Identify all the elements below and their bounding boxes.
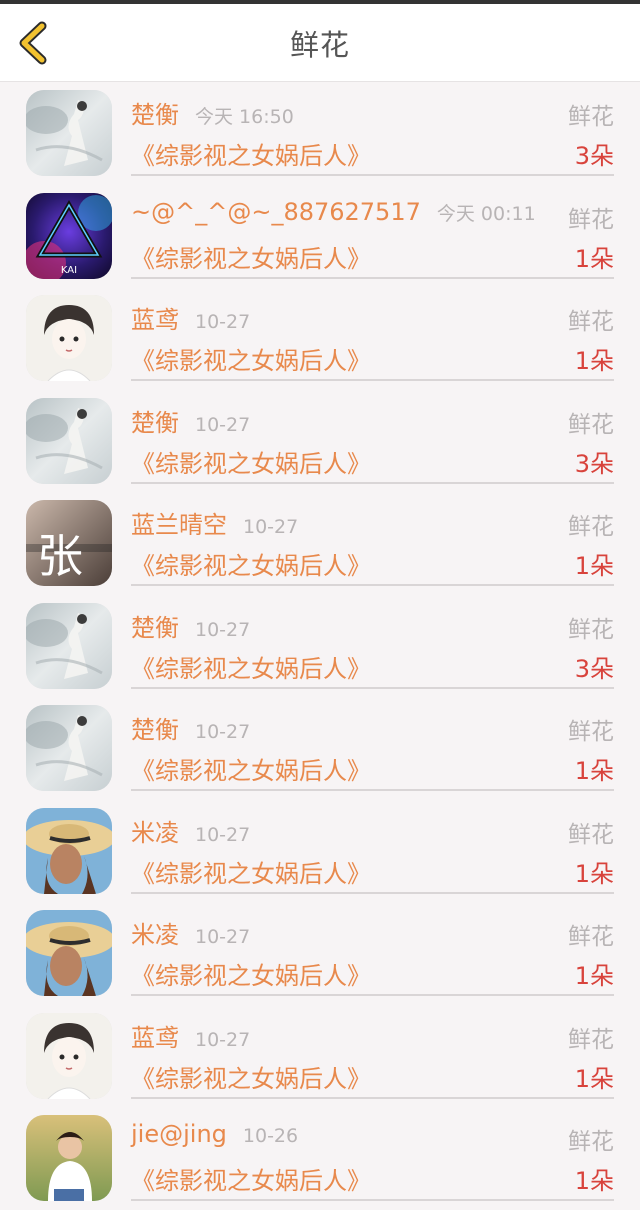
gift-type-label: 鲜花 bbox=[568, 104, 614, 130]
book-title: 《综影视之女娲后人》 bbox=[131, 757, 371, 785]
gift-type-label: 鲜花 bbox=[568, 924, 614, 950]
list-item[interactable]: 米凌 10-27 鲜花《综影视之女娲后人》 1朵 bbox=[0, 800, 640, 903]
timestamp: 10-27 bbox=[195, 311, 251, 333]
gift-type-label: 鲜花 bbox=[568, 514, 614, 540]
timestamp: 10-27 bbox=[195, 618, 251, 641]
avatar[interactable] bbox=[26, 90, 112, 176]
sender-name: 米凌 10-27 bbox=[131, 818, 251, 847]
avatar[interactable] bbox=[26, 397, 112, 484]
sender-name: 楚衡 10-27 bbox=[131, 716, 251, 744]
gift-count: 3朵 bbox=[574, 142, 614, 170]
avatar[interactable] bbox=[26, 807, 112, 894]
avatar[interactable]: KAI bbox=[26, 192, 112, 279]
list-item[interactable]: 张 蓝兰晴空 10-27 鲜花《综影视之女娲后人》 1朵 bbox=[0, 492, 640, 595]
book-title: 《综影视之女娲后人》 bbox=[131, 347, 371, 375]
gift-count: 1朵 bbox=[574, 1167, 614, 1195]
list-item[interactable]: 楚衡 今天 16:50 鲜花《综影视之女娲后人》 3朵 bbox=[0, 82, 640, 185]
book-title: 《综影视之女娲后人》 bbox=[131, 1064, 371, 1093]
svg-text:张: 张 bbox=[37, 529, 83, 583]
book-title: 《综影视之女娲后人》 bbox=[131, 654, 371, 683]
gift-count: 1朵 bbox=[574, 244, 614, 273]
timestamp: 10-27 bbox=[195, 926, 251, 948]
svg-text:KAI: KAI bbox=[61, 265, 77, 276]
gift-count: 1朵 bbox=[574, 347, 614, 375]
timestamp: 10-27 bbox=[195, 721, 251, 743]
book-title: 《综影视之女娲后人》 bbox=[131, 449, 371, 478]
gift-count: 3朵 bbox=[574, 449, 614, 478]
divider bbox=[131, 1199, 614, 1201]
gift-count: 3朵 bbox=[574, 654, 614, 683]
timestamp: 10-27 bbox=[243, 516, 299, 538]
timestamp: 今天 16:50 bbox=[195, 106, 294, 128]
divider bbox=[131, 1096, 614, 1099]
divider bbox=[131, 789, 614, 791]
list-item[interactable]: 楚衡 10-27 鲜花《综影视之女娲后人》 3朵 bbox=[0, 390, 640, 493]
gift-count: 1朵 bbox=[574, 552, 614, 580]
list-item[interactable]: KAI ~@^_^@~_887627517 今天 00:11 鲜花《综影视之女娲后人》… bbox=[0, 185, 640, 288]
timestamp: 今天 00:11 bbox=[436, 202, 536, 225]
gift-count: 1朵 bbox=[574, 757, 614, 785]
avatar[interactable]: 张 bbox=[26, 500, 112, 586]
list-item[interactable]: jie@jing 10-26 鲜花《综影视之女娲后人》 1朵 bbox=[0, 1107, 640, 1210]
top-bar: 鲜花 bbox=[0, 4, 640, 82]
gift-type-label: 鲜花 bbox=[568, 1129, 614, 1155]
gift-type-label: 鲜花 bbox=[568, 309, 614, 335]
avatar[interactable] bbox=[26, 910, 112, 996]
page-title: 鲜花 bbox=[289, 27, 350, 62]
list-item[interactable]: 楚衡 10-27 鲜花《综影视之女娲后人》 3朵 bbox=[0, 595, 640, 698]
list-item[interactable]: 楚衡 10-27 鲜花《综影视之女娲后人》 1朵 bbox=[0, 697, 640, 800]
sender-name: 蓝鸢 10-27 bbox=[131, 306, 251, 334]
book-title: 《综影视之女娲后人》 bbox=[131, 1167, 371, 1195]
sender-name: 楚衡 10-27 bbox=[131, 408, 251, 437]
divider bbox=[131, 379, 614, 381]
divider bbox=[131, 686, 614, 689]
gift-count: 1朵 bbox=[574, 1064, 614, 1093]
avatar[interactable] bbox=[26, 705, 112, 791]
gift-type-label: 鲜花 bbox=[568, 821, 614, 848]
timestamp: 10-27 bbox=[195, 823, 251, 846]
gift-type-label: 鲜花 bbox=[568, 616, 614, 643]
sender-name: jie@jing 10-26 bbox=[131, 1120, 299, 1148]
avatar[interactable] bbox=[26, 1012, 112, 1099]
gift-type-label: 鲜花 bbox=[568, 719, 614, 745]
avatar[interactable] bbox=[26, 602, 112, 689]
sender-name: 楚衡 今天 16:50 bbox=[131, 101, 294, 129]
flower-record-list: 楚衡 今天 16:50 鲜花 《综影视之女娲后人》 3朵 KAI ~@^_^@~_88762… bbox=[0, 82, 640, 1210]
sender-name: 楚衡 10-27 bbox=[131, 613, 251, 642]
timestamp: 10-26 bbox=[242, 1125, 299, 1147]
list-item[interactable]: 蓝鸢 10-27 鲜花《综影视之女娲后人》 1朵 bbox=[0, 287, 640, 390]
list-item[interactable]: 蓝鸢 10-27 鲜花《综影视之女娲后人》 1朵 bbox=[0, 1005, 640, 1108]
sender-name: 蓝鸢 10-27 bbox=[131, 1023, 251, 1052]
sender-name: ~@^_^@~_887627517 今天 00:11 bbox=[131, 197, 536, 226]
book-title: 《综影视之女娲后人》 bbox=[131, 142, 371, 170]
timestamp: 10-27 bbox=[195, 413, 251, 436]
gift-type-label: 鲜花 bbox=[568, 1026, 614, 1053]
divider bbox=[131, 584, 614, 586]
gift-count: 1朵 bbox=[574, 962, 614, 990]
chevron-left-icon bbox=[19, 21, 47, 65]
timestamp: 10-27 bbox=[195, 1028, 251, 1051]
book-title: 《综影视之女娲后人》 bbox=[131, 859, 371, 888]
avatar[interactable] bbox=[26, 295, 112, 381]
book-title: 《综影视之女娲后人》 bbox=[131, 962, 371, 990]
book-title: 《综影视之女娲后人》 bbox=[131, 552, 371, 580]
gift-type-label: 鲜花 bbox=[568, 206, 614, 233]
divider bbox=[131, 276, 614, 279]
divider bbox=[131, 994, 614, 996]
gift-count: 1朵 bbox=[574, 859, 614, 888]
sender-name: 米凌 10-27 bbox=[131, 921, 251, 949]
list-item[interactable]: 米凌 10-27 鲜花《综影视之女娲后人》 1朵 bbox=[0, 902, 640, 1005]
back-button[interactable] bbox=[10, 16, 54, 70]
book-title: 《综影视之女娲后人》 bbox=[131, 244, 371, 273]
divider bbox=[131, 174, 614, 176]
sender-name: 蓝兰晴空 10-27 bbox=[131, 511, 299, 539]
divider bbox=[131, 891, 614, 894]
gift-type-label: 鲜花 bbox=[568, 411, 614, 438]
divider bbox=[131, 481, 614, 484]
avatar[interactable] bbox=[26, 1115, 112, 1201]
